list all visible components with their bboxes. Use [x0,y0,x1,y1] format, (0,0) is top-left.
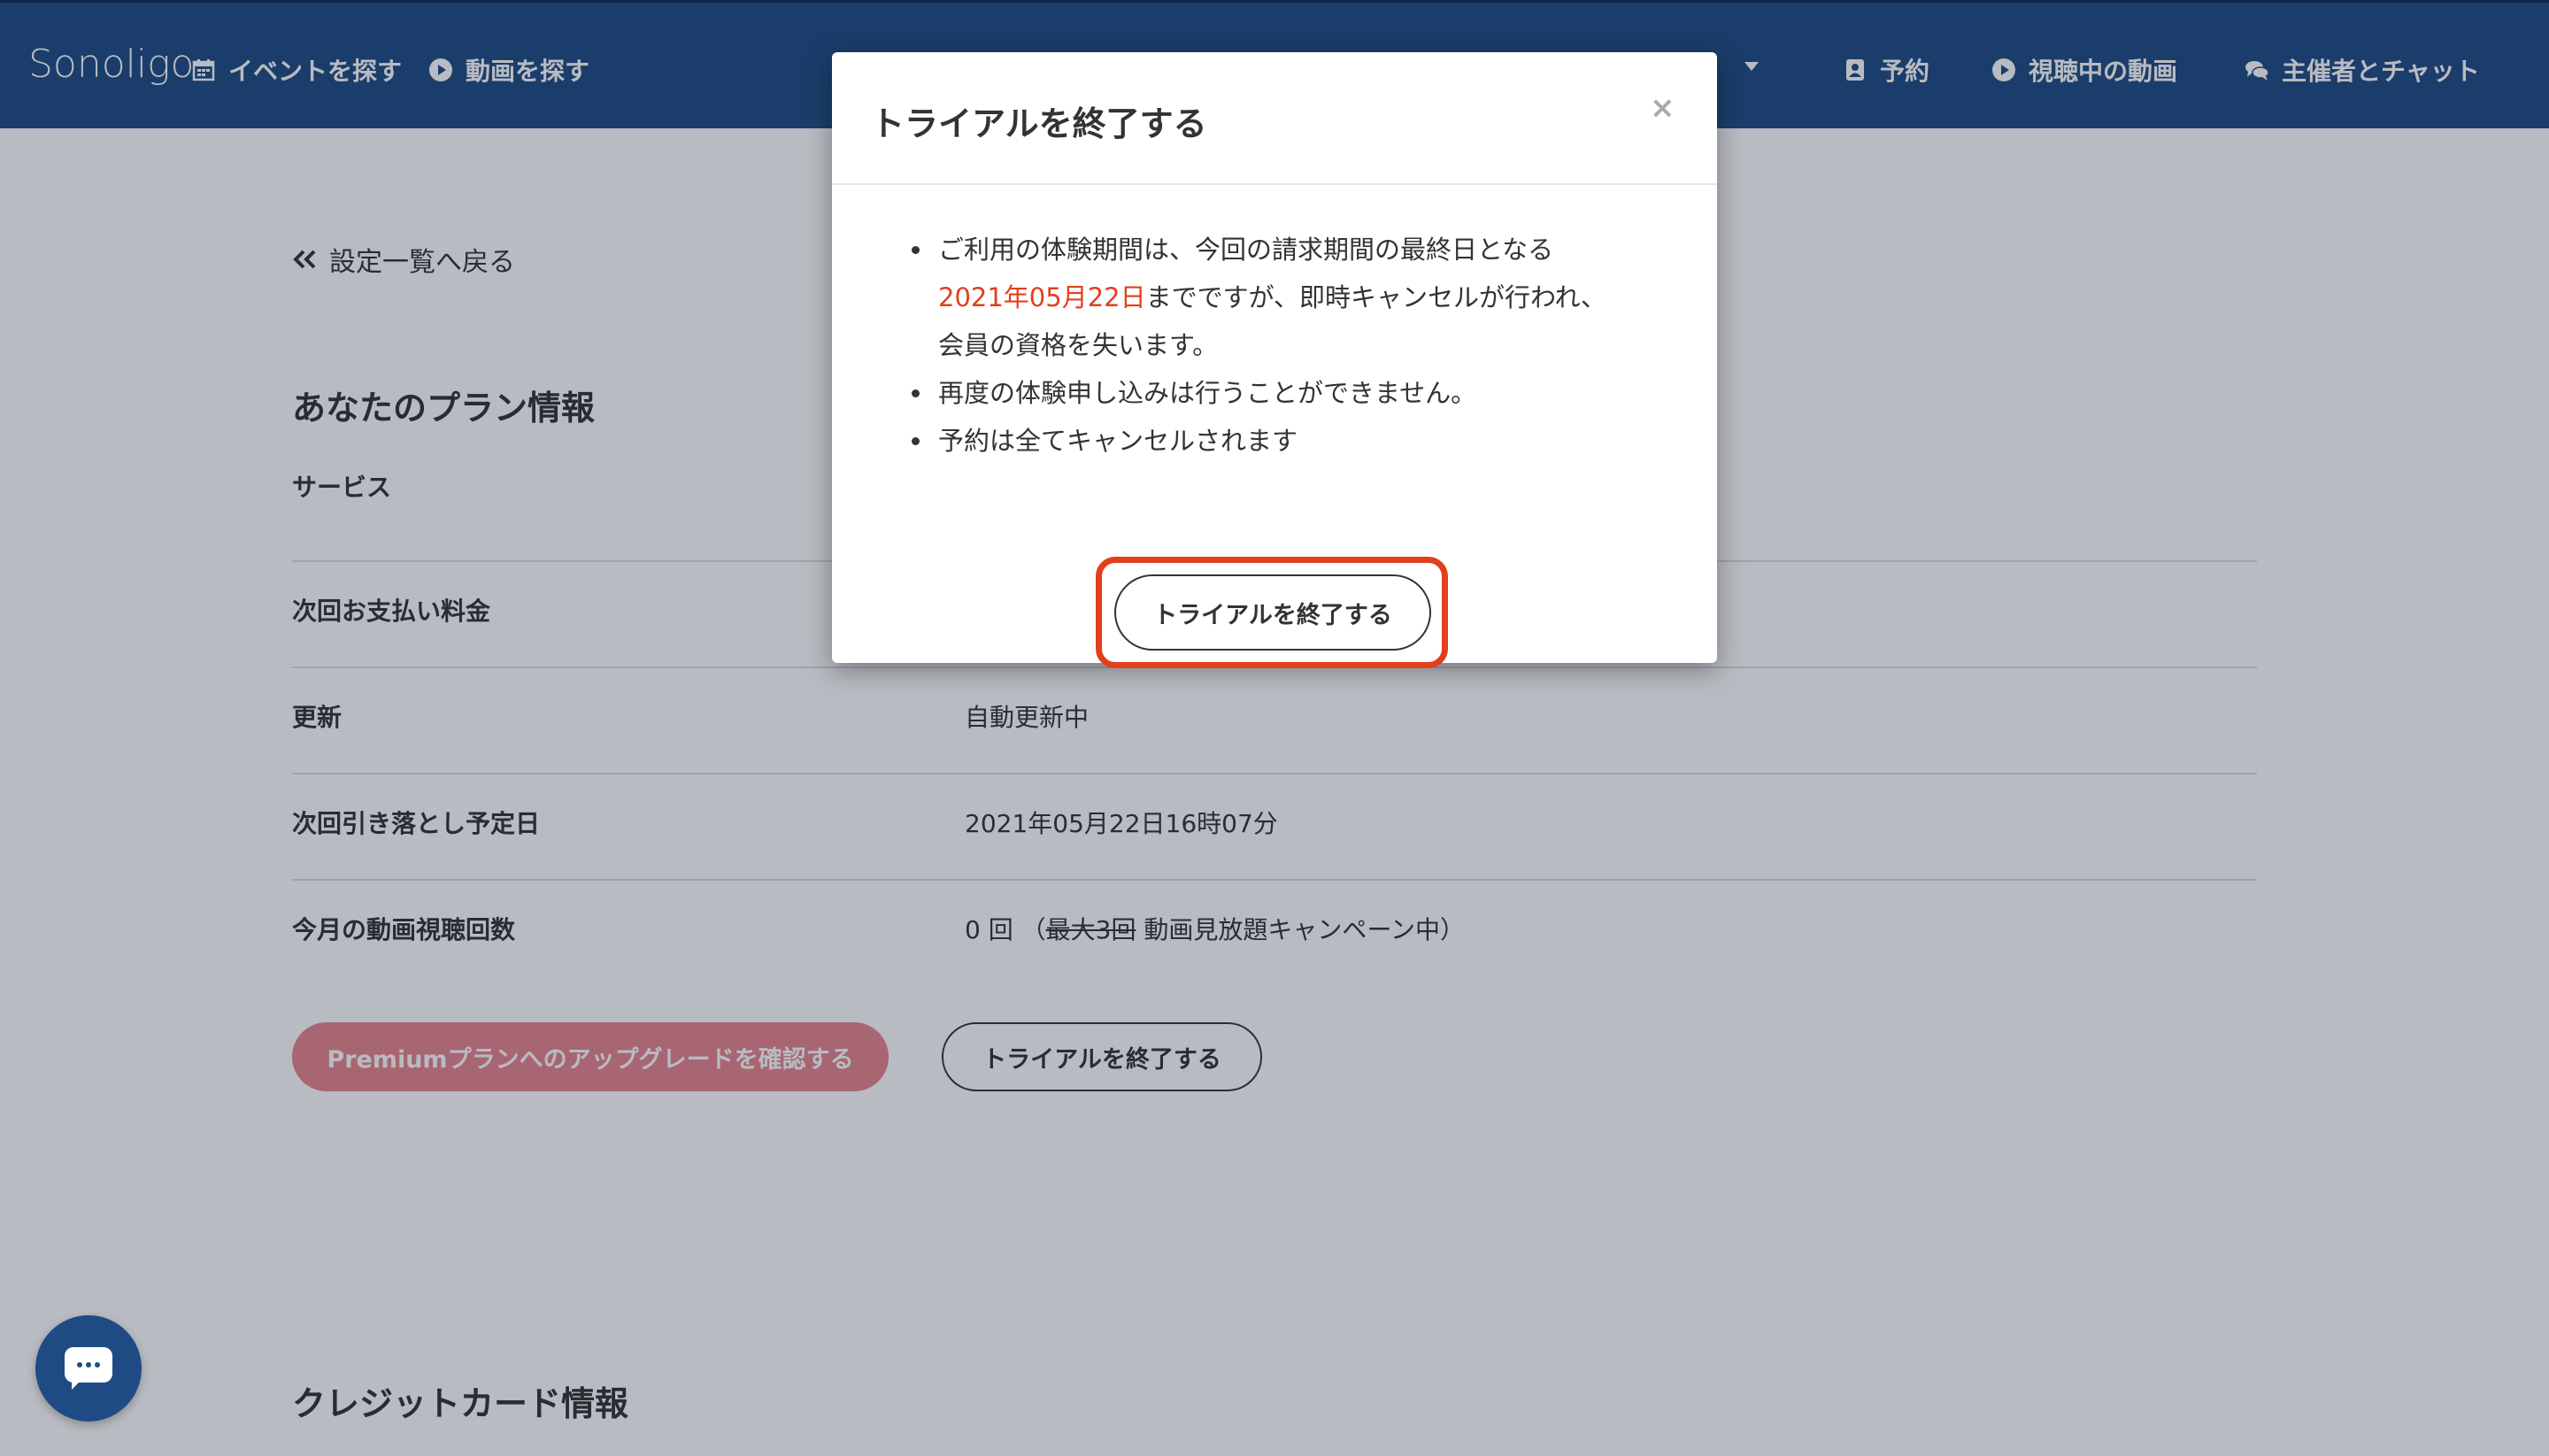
confirm-end-trial-button[interactable]: トライアルを終了する [1114,574,1431,651]
trial-notes-list: ご利用の体験期間は、今回の請求期間の最終日となる 2021年05月22日までです… [912,226,1673,465]
note-text: 会員の資格を失います。 [938,330,1219,360]
trial-end-date: 2021年05月22日 [938,282,1146,312]
modal-header: トライアルを終了する × [832,52,1717,185]
list-item: 予約は全てキャンセルされます [912,417,1673,465]
chat-widget-button[interactable] [35,1315,142,1421]
note-text: 再度の体験申し込みは行うことができません。 [938,378,1477,408]
close-icon[interactable]: × [1650,93,1675,123]
list-item: ご利用の体験期間は、今回の請求期間の最終日となる 2021年05月22日までです… [912,226,1673,369]
note-text: ご利用の体験期間は、今回の請求期間の最終日となる [938,235,1554,265]
modal-title: トライアルを終了する [871,104,1207,143]
note-text: までですが、即時キャンセルが行われ、 [1145,282,1606,312]
end-trial-modal: トライアルを終了する × ご利用の体験期間は、今回の請求期間の最終日となる 20… [832,52,1717,668]
note-text: 予約は全てキャンセルされます [938,426,1298,456]
list-item: 再度の体験申し込みは行うことができません。 [912,369,1673,417]
chat-bubble-icon [65,1347,112,1390]
modal-body: ご利用の体験期間は、今回の請求期間の最終日となる 2021年05月22日までです… [832,185,1717,668]
